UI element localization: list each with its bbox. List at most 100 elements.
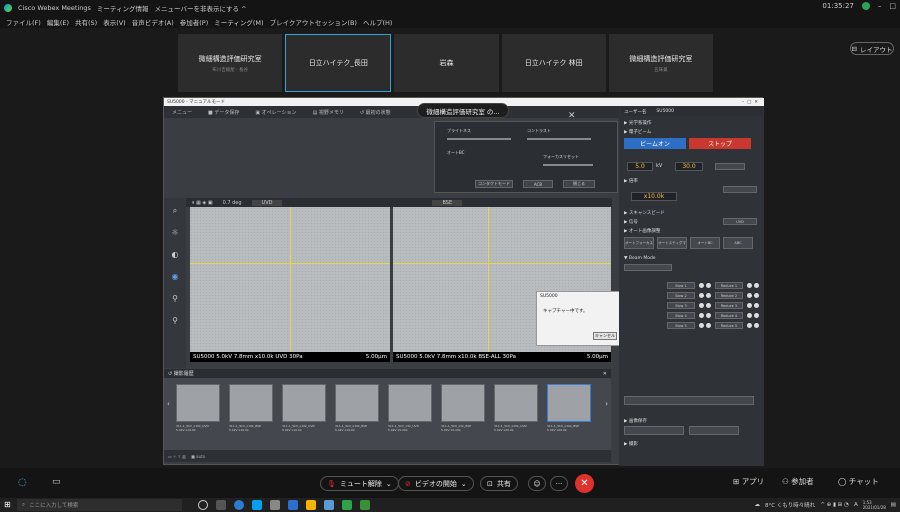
menu-audio-video[interactable]: 音声ビデオ(A) [132,17,174,27]
radio-dot[interactable] [706,293,711,298]
mag-dropdown[interactable] [723,186,757,193]
beam-mode-select[interactable] [624,264,672,271]
toolbar-data-save[interactable]: ■ データ保存 [208,109,239,116]
radio-dot[interactable] [706,303,711,308]
radio-dot[interactable] [699,293,704,298]
taskbar-search[interactable]: ⌕ ここに入力して検索 [17,499,182,511]
radio-dot[interactable] [747,323,752,328]
scroll-right-icon[interactable]: › [605,400,608,408]
brightness-icon[interactable]: ☼ [170,228,180,238]
radio-dot[interactable] [754,323,759,328]
thumbnail[interactable] [229,384,273,422]
radio-dot[interactable] [706,323,711,328]
participant-tile[interactable]: 日立ハイテク 林田 [501,34,606,92]
section-beam-mode[interactable]: ▼ Beam Mode [621,254,762,263]
cortana-icon[interactable] [198,500,208,510]
reduce-option[interactable]: Reduce 4 [715,312,743,319]
toolbar-menu[interactable]: メニュー [172,109,192,116]
radio-dot[interactable] [747,293,752,298]
excel-icon[interactable] [360,500,370,510]
radio-dot[interactable] [699,303,704,308]
explorer-icon[interactable] [306,500,316,510]
stop-button[interactable]: ストップ [689,138,751,149]
participant-tile-active-speaker[interactable]: 日立ハイテク_長田 [285,34,392,92]
webex-activity-icon[interactable]: ◌ [18,477,27,488]
beam-mode-option[interactable]: Slow 1 [667,282,695,289]
focus-icon[interactable]: ⚲ [170,316,180,326]
toolbar-field-memory[interactable]: ▤ 視野メモリ [313,109,344,116]
contrast-slider[interactable] [527,138,591,140]
notification-icon[interactable]: ▤ [891,502,896,508]
close-popup-button[interactable]: 閉じる [563,180,595,188]
menu-participant[interactable]: 参加者(P) [180,17,209,27]
measure-icon[interactable]: ⚲ [170,294,180,304]
beam-mode-option[interactable]: Slow 3 [667,302,695,309]
unmute-button[interactable]: 🎙 ミュート解除 ⌄ [320,476,399,491]
dialog-cancel-button[interactable]: キャンセル [593,332,617,340]
radio-dot[interactable] [754,293,759,298]
contact-mode-button[interactable]: コンタクトモード [475,180,513,188]
share-button[interactable]: ⊡ 共有 [480,476,518,491]
section-scan-speed[interactable]: ▶ スキャンスピード [621,208,762,217]
scroll-left-icon[interactable]: ‹ [167,400,170,408]
zoom-icon[interactable]: ⌕ [170,206,180,216]
radio-dot[interactable] [747,303,752,308]
contrast-icon[interactable]: ◐ [170,250,180,260]
chevron-down-icon[interactable]: ⌄ [461,480,467,488]
section-optics[interactable]: ▶ 光学系操作 [621,118,762,127]
preset-select[interactable] [715,163,745,170]
menu-file[interactable]: ファイル(F) [6,17,41,27]
radio-dot[interactable] [706,313,711,318]
thumbnail[interactable] [335,384,379,422]
thumbnail[interactable] [388,384,432,422]
stage-icon[interactable]: ◉ [170,272,180,282]
mail-icon[interactable] [288,500,298,510]
end-meeting-button[interactable]: ✕ [575,474,594,493]
magnification-value[interactable]: x10.0k [631,192,677,201]
edge-icon[interactable] [234,500,244,510]
layout-button[interactable]: ⊟ レイアウト [850,42,894,55]
radio-dot[interactable] [699,283,704,288]
more-options-button[interactable]: ··· [550,476,568,491]
app-window-controls[interactable]: – □ ✕ [742,100,758,105]
reduce-option[interactable]: Reduce 5 [715,322,743,329]
windows-start-icon[interactable]: ⊞ [4,500,11,509]
beam-mode-option[interactable]: Slow 5 [667,322,695,329]
participant-tile[interactable]: 岩森 [394,34,499,92]
menu-view[interactable]: 表示(V) [103,17,126,27]
section-auto-adjust[interactable]: ▶ オート画像調整 [621,226,762,235]
app-icon[interactable] [270,500,280,510]
reduce-option[interactable]: Reduce 3 [715,302,743,309]
radio-dot[interactable] [754,303,759,308]
history-tools-icon[interactable]: ▭ ⊹ ⇪ ▥ [168,454,186,459]
app-icon[interactable] [324,500,334,510]
section-magnification[interactable]: ▶ 倍率 [621,176,762,185]
capture-controls[interactable] [624,396,754,405]
minimize-button[interactable]: – [878,2,882,10]
participants-button[interactable]: ⚇ 参加者 [782,476,814,487]
focus-slider[interactable] [543,164,593,166]
auto-stigma-button[interactable]: オートスティグマ [657,237,687,249]
radio-dot[interactable] [747,313,752,318]
radio-dot[interactable] [699,313,704,318]
thumbnail[interactable] [282,384,326,422]
clock[interactable]: 1:53 2021/01/28 [863,500,886,510]
thumbnail[interactable] [494,384,538,422]
section-electron-beam[interactable]: ▶ 電子ビーム [621,127,762,136]
radio-dot[interactable] [706,283,711,288]
menu-meeting[interactable]: ミーティング(M) [214,17,263,27]
save-format-select[interactable] [689,426,739,435]
radio-dot[interactable] [699,323,704,328]
meeting-info-link[interactable]: ミーティング情報 [97,3,149,13]
close-icon[interactable]: ✕ [568,111,576,121]
webex-taskbar-icon[interactable] [342,500,352,510]
menu-share[interactable]: 共有(S) [75,17,97,27]
reduce-option[interactable]: Reduce 1 [715,282,743,289]
chevron-down-icon[interactable]: ⌄ [386,480,392,488]
beam-mode-option[interactable]: Slow 2 [667,292,695,299]
signal-select-right[interactable]: BSE [432,199,463,206]
ime-indicator[interactable]: A [854,502,858,508]
accel-voltage-value[interactable]: 5.0 [627,162,653,171]
save-folder-select[interactable] [624,426,684,435]
store-icon[interactable] [252,500,262,510]
